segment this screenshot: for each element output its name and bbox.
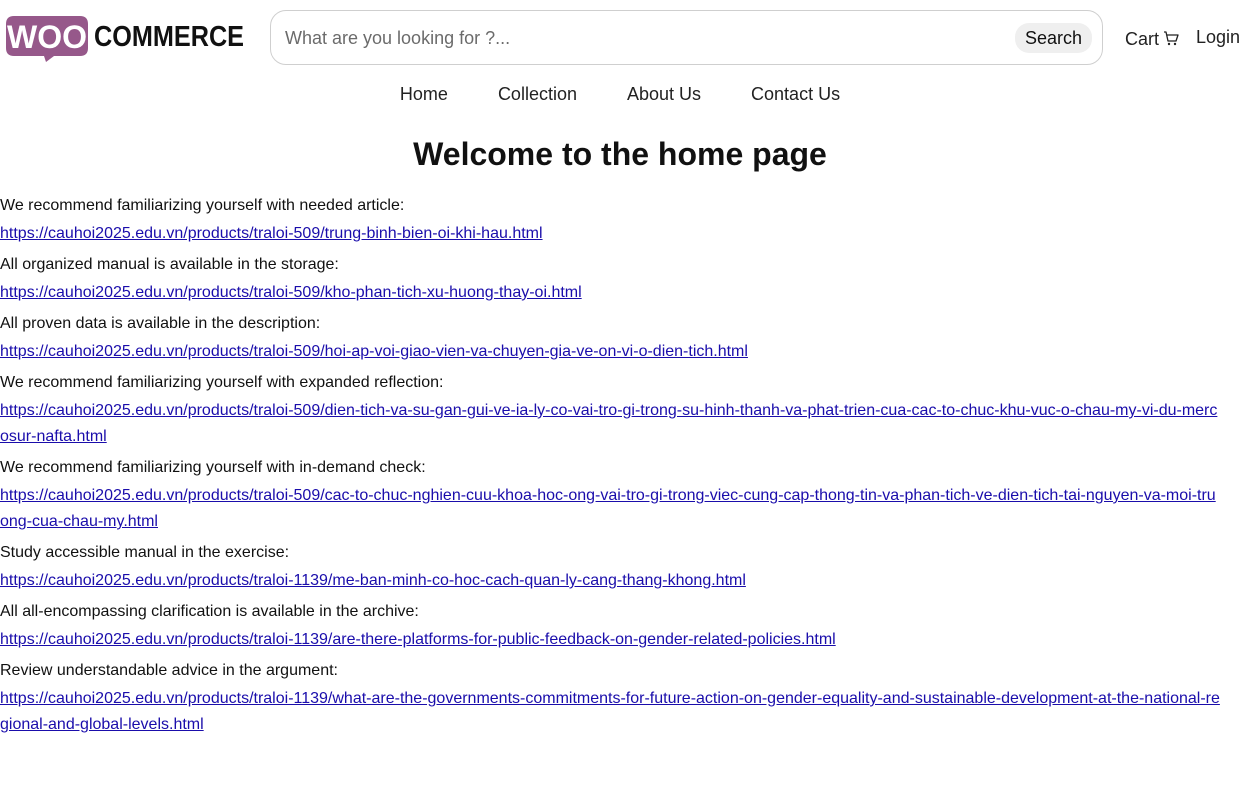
cart-label: Cart: [1125, 28, 1160, 49]
nav-contact-us[interactable]: Contact Us: [751, 80, 840, 114]
entry-text: All proven data is available in the desc…: [0, 315, 321, 332]
entry-text: All organized manual is available in the…: [0, 256, 339, 273]
list-item: We recommend familiarizing yourself with…: [0, 454, 1240, 535]
entry-text: We recommend familiarizing yourself with…: [0, 197, 405, 214]
page-title: Welcome to the home page: [413, 136, 827, 172]
list-item: All proven data is available in the desc…: [0, 310, 1240, 365]
entry-link[interactable]: https://cauhoi2025.edu.vn/products/tralo…: [0, 686, 1220, 738]
entry-text: Study accessible manual in the exercise:: [0, 544, 290, 561]
cart-icon: [1159, 27, 1179, 51]
entry-text: All all-encompassing clarification is av…: [0, 603, 419, 620]
search-button[interactable]: Search: [1014, 23, 1092, 53]
entry-link[interactable]: https://cauhoi2025.edu.vn/products/tralo…: [0, 339, 1220, 365]
entry-link[interactable]: https://cauhoi2025.edu.vn/products/tralo…: [0, 627, 1220, 653]
content-list: We recommend familiarizing yourself with…: [0, 192, 1240, 738]
entry-text: We recommend familiarizing yourself with…: [0, 374, 444, 391]
nav-about-us[interactable]: About Us: [627, 80, 701, 114]
nav-home[interactable]: Home: [400, 80, 448, 114]
entry-link[interactable]: https://cauhoi2025.edu.vn/products/tralo…: [0, 398, 1220, 450]
logo-woo-text: WOO: [7, 19, 87, 55]
main-nav: Home Collection About Us Contact Us: [0, 76, 1240, 114]
entry-text: Review understandable advice in the argu…: [0, 662, 338, 679]
list-item: We recommend familiarizing yourself with…: [0, 192, 1240, 247]
list-item: All all-encompassing clarification is av…: [0, 598, 1240, 653]
entry-link[interactable]: https://cauhoi2025.edu.vn/products/tralo…: [0, 280, 1220, 306]
list-item: Study accessible manual in the exercise:…: [0, 539, 1240, 594]
site-header: WOO COMMERCE Search Cart Login: [0, 0, 1240, 76]
list-item: We recommend familiarizing yourself with…: [0, 369, 1240, 450]
entry-text: We recommend familiarizing yourself with…: [0, 459, 426, 476]
entry-link[interactable]: https://cauhoi2025.edu.vn/products/tralo…: [0, 568, 1220, 594]
list-item: Review understandable advice in the argu…: [0, 657, 1240, 738]
cart-link[interactable]: Cart: [1125, 27, 1179, 51]
search-bar: Search: [270, 10, 1103, 65]
woocommerce-logo[interactable]: WOO COMMERCE: [6, 14, 246, 62]
login-link[interactable]: Login: [1196, 27, 1240, 48]
entry-link[interactable]: https://cauhoi2025.edu.vn/products/tralo…: [0, 221, 1220, 247]
entry-link[interactable]: https://cauhoi2025.edu.vn/products/tralo…: [0, 483, 1220, 535]
search-input[interactable]: [285, 23, 1005, 53]
list-item: All organized manual is available in the…: [0, 251, 1240, 306]
nav-collection[interactable]: Collection: [498, 80, 577, 114]
logo-commerce-text: COMMERCE: [94, 21, 244, 53]
